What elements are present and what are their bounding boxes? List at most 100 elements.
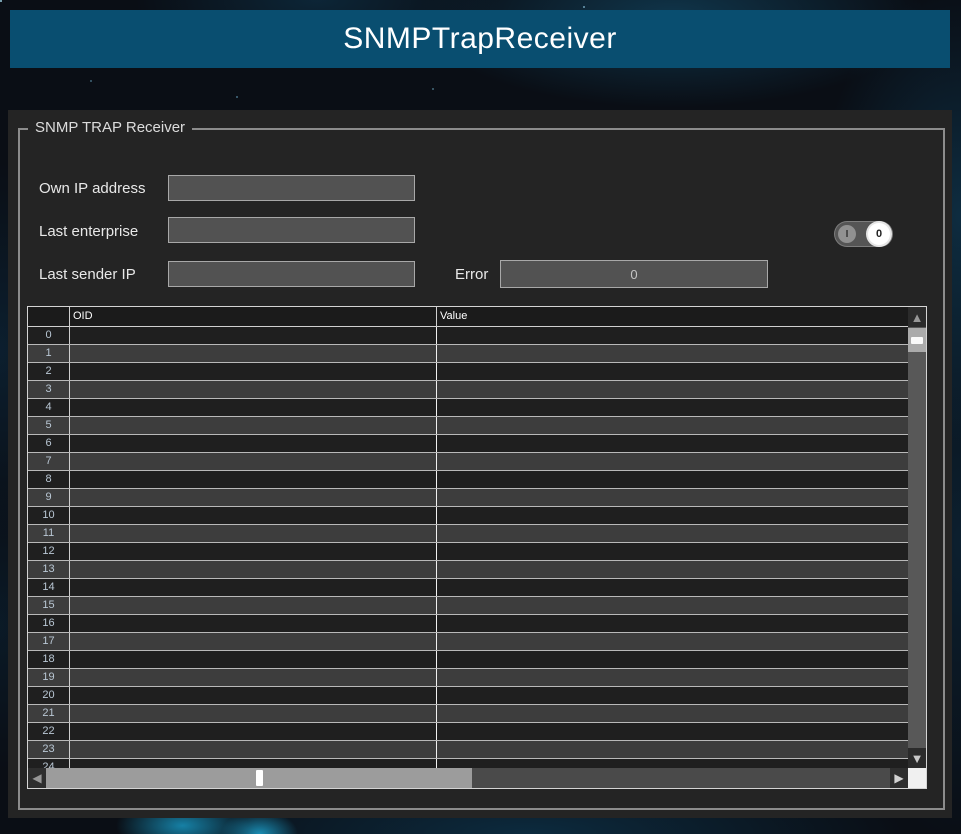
scroll-left-icon[interactable]: ◀ [28,768,46,788]
value-cell[interactable] [437,669,908,686]
scroll-up-icon[interactable]: ▲ [908,307,926,327]
table-row[interactable]: 14 [28,579,908,597]
oid-cell[interactable] [70,615,437,632]
oid-cell[interactable] [70,723,437,740]
value-cell[interactable] [437,615,908,632]
oid-cell[interactable] [70,543,437,560]
table-row[interactable]: 8 [28,471,908,489]
table-row[interactable]: 0 [28,327,908,345]
oid-cell[interactable] [70,453,437,470]
row-index-cell[interactable]: 13 [28,561,70,578]
power-toggle[interactable]: I 0 [835,222,892,246]
table-row[interactable]: 22 [28,723,908,741]
oid-cell[interactable] [70,381,437,398]
value-cell[interactable] [437,327,908,344]
value-cell[interactable] [437,489,908,506]
oid-cell[interactable] [70,345,437,362]
toggle-off-icon[interactable]: 0 [868,223,890,245]
vertical-scrollbar[interactable]: ▲ ▼ [908,307,926,768]
value-cell[interactable] [437,525,908,542]
oid-cell[interactable] [70,759,437,768]
header-value[interactable]: Value [437,307,908,326]
table-row[interactable]: 16 [28,615,908,633]
oid-cell[interactable] [70,489,437,506]
row-index-cell[interactable]: 6 [28,435,70,452]
row-index-cell[interactable]: 15 [28,597,70,614]
row-index-cell[interactable]: 22 [28,723,70,740]
horizontal-scrollbar[interactable]: ◀ ▶ [28,768,908,788]
oid-cell[interactable] [70,597,437,614]
table-row[interactable]: 6 [28,435,908,453]
row-index-cell[interactable]: 8 [28,471,70,488]
value-cell[interactable] [437,417,908,434]
row-index-cell[interactable]: 0 [28,327,70,344]
value-cell[interactable] [437,363,908,380]
table-row[interactable]: 3 [28,381,908,399]
table-row[interactable]: 13 [28,561,908,579]
table-row[interactable]: 18 [28,651,908,669]
value-cell[interactable] [437,741,908,758]
vertical-scroll-thumb[interactable] [908,328,926,352]
row-index-cell[interactable]: 16 [28,615,70,632]
table-row[interactable]: 15 [28,597,908,615]
value-cell[interactable] [437,471,908,488]
row-index-cell[interactable]: 23 [28,741,70,758]
row-index-cell[interactable]: 20 [28,687,70,704]
table-row[interactable]: 17 [28,633,908,651]
table-row[interactable]: 1 [28,345,908,363]
row-index-cell[interactable]: 19 [28,669,70,686]
error-field[interactable] [500,260,768,288]
own-ip-field[interactable] [168,175,415,201]
value-cell[interactable] [437,759,908,768]
value-cell[interactable] [437,453,908,470]
oid-cell[interactable] [70,507,437,524]
value-cell[interactable] [437,723,908,740]
last-enterprise-field[interactable] [168,217,415,243]
table-row[interactable]: 19 [28,669,908,687]
row-index-cell[interactable]: 2 [28,363,70,380]
value-cell[interactable] [437,381,908,398]
value-cell[interactable] [437,633,908,650]
value-cell[interactable] [437,543,908,560]
row-index-cell[interactable]: 11 [28,525,70,542]
row-index-cell[interactable]: 24 [28,759,70,768]
row-index-cell[interactable]: 10 [28,507,70,524]
scroll-right-icon[interactable]: ▶ [890,768,908,788]
row-index-cell[interactable]: 1 [28,345,70,362]
table-row[interactable]: 23 [28,741,908,759]
table-row[interactable]: 20 [28,687,908,705]
oid-cell[interactable] [70,669,437,686]
header-oid[interactable]: OID [70,307,437,326]
table-row[interactable]: 21 [28,705,908,723]
oid-cell[interactable] [70,561,437,578]
row-index-cell[interactable]: 21 [28,705,70,722]
table-row[interactable]: 9 [28,489,908,507]
value-cell[interactable] [437,399,908,416]
value-cell[interactable] [437,435,908,452]
table-row[interactable]: 7 [28,453,908,471]
oid-cell[interactable] [70,633,437,650]
row-index-cell[interactable]: 7 [28,453,70,470]
row-index-cell[interactable]: 12 [28,543,70,560]
row-index-cell[interactable]: 4 [28,399,70,416]
row-index-cell[interactable]: 18 [28,651,70,668]
value-cell[interactable] [437,651,908,668]
oid-cell[interactable] [70,363,437,380]
row-index-cell[interactable]: 9 [28,489,70,506]
table-row[interactable]: 10 [28,507,908,525]
row-index-cell[interactable]: 17 [28,633,70,650]
last-sender-ip-field[interactable] [168,261,415,287]
value-cell[interactable] [437,687,908,704]
value-cell[interactable] [437,597,908,614]
scroll-down-icon[interactable]: ▼ [908,748,926,768]
table-row[interactable]: 11 [28,525,908,543]
oid-cell[interactable] [70,579,437,596]
row-index-cell[interactable]: 14 [28,579,70,596]
table-row[interactable]: 4 [28,399,908,417]
oid-cell[interactable] [70,741,437,758]
toggle-on-icon[interactable]: I [838,225,856,243]
horizontal-scroll-thumb[interactable] [46,768,472,788]
table-row[interactable]: 24 [28,759,908,768]
table-row[interactable]: 2 [28,363,908,381]
oid-cell[interactable] [70,687,437,704]
